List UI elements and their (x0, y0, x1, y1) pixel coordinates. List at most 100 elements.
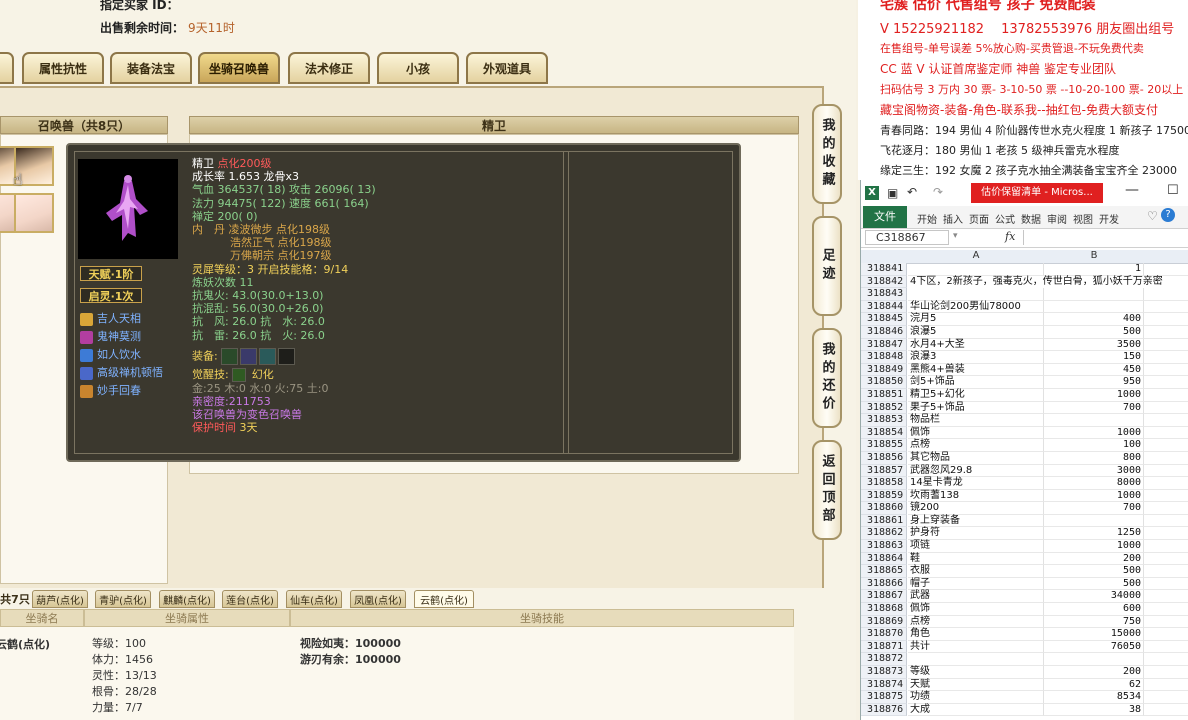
tab-resistance[interactable]: 属性抗性 (22, 52, 104, 84)
row-number[interactable]: 318867 (861, 590, 907, 604)
cell-b[interactable]: 700 (1044, 502, 1144, 515)
mount-tab-xianche[interactable]: 仙车(点化) (286, 590, 342, 608)
cell-b[interactable]: 500 (1044, 577, 1144, 591)
cell-a[interactable]: 果子5+饰品 (908, 401, 1044, 415)
pet-skill[interactable]: 吉人天相 (80, 310, 163, 328)
my-counteroffer-button[interactable]: 我的还价 (812, 328, 842, 428)
cell-c[interactable] (1144, 502, 1188, 515)
column-a-header[interactable]: A (908, 250, 1044, 261)
mount-tab-yunhe[interactable]: 云鹤(点化) (414, 590, 474, 608)
quick-access-save-icon[interactable]: ▣ (887, 186, 898, 200)
cell-c[interactable] (1144, 704, 1188, 717)
cell-a[interactable]: 物品栏 (908, 414, 1044, 427)
footprint-button[interactable]: 足迹 (812, 216, 842, 316)
cell-a[interactable]: 帽子 (908, 577, 1044, 591)
cell-b[interactable]: 400 (1044, 313, 1144, 326)
cell-a[interactable]: 武器忽风29.8 (908, 464, 1044, 478)
row-number[interactable]: 318853 (861, 414, 907, 427)
mount-tab-qilin[interactable]: 麒麟(点化) (159, 590, 215, 608)
cell-a[interactable]: 大成 (908, 703, 1044, 717)
cell-a[interactable]: 点榜 (908, 615, 1044, 629)
pet-skill[interactable]: 高级禅机顿悟 (80, 364, 163, 382)
cell-b[interactable]: 76050 (1044, 640, 1144, 654)
cell-b[interactable]: 100 (1044, 439, 1144, 452)
cell-a[interactable] (908, 653, 1044, 666)
my-favorites-button[interactable]: 我的收藏 (812, 104, 842, 204)
cell-c[interactable] (1144, 679, 1188, 692)
cell-b[interactable]: 1000 (1044, 540, 1144, 553)
cell-a[interactable]: 点榜 (908, 439, 1044, 452)
cell-a[interactable]: 坎雨蓍138 (908, 489, 1044, 503)
cell-a[interactable]: 佩饰 (908, 603, 1044, 616)
cell-c[interactable] (1144, 477, 1188, 490)
cell-b[interactable]: 150 (1044, 351, 1144, 364)
cell-a[interactable] (908, 263, 1044, 276)
row-number[interactable]: 318852 (861, 401, 907, 415)
mount-tab-liantai[interactable]: 莲台(点化) (222, 590, 278, 608)
cell-a[interactable]: 黑熊4+兽装 (908, 363, 1044, 377)
cell-c[interactable] (1144, 301, 1188, 314)
row-number[interactable]: 318865 (861, 565, 907, 578)
row-number[interactable]: 318858 (861, 477, 907, 490)
ribbon-tab-insert[interactable]: 插入 (943, 211, 963, 226)
cell-b[interactable]: 450 (1044, 363, 1144, 377)
row-number[interactable]: 318847 (861, 338, 907, 352)
cell-c[interactable] (1144, 578, 1188, 591)
cell-a[interactable]: 浣月5 (908, 313, 1044, 326)
cell-a[interactable]: 武器 (908, 590, 1044, 604)
cell-c[interactable] (1144, 653, 1188, 666)
cell-b[interactable]: 8534 (1044, 691, 1144, 704)
cell-a[interactable]: 角色 (908, 628, 1044, 641)
cell-b[interactable] (1044, 300, 1144, 314)
cell-a[interactable]: 天赋 (908, 678, 1044, 692)
tab-spell-correction[interactable]: 法术修正 (288, 52, 370, 84)
cell-b[interactable]: 1000 (1044, 388, 1144, 402)
equip-slot-3-icon[interactable] (259, 347, 277, 365)
row-number[interactable]: 318855 (861, 439, 907, 452)
cell-c[interactable] (1144, 565, 1188, 578)
row-number[interactable]: 318845 (861, 313, 907, 326)
cell-a[interactable]: 佩饰 (908, 426, 1044, 440)
row-number[interactable]: 318871 (861, 640, 907, 654)
cell-b[interactable]: 1250 (1044, 527, 1144, 541)
formula-fx-label[interactable]: fx (1005, 230, 1015, 243)
row-number[interactable]: 318851 (861, 388, 907, 402)
tab-mounts-pets[interactable]: 坐骑召唤兽 (198, 52, 280, 84)
pet-skill[interactable]: 如人饮水 (80, 346, 163, 364)
cell-c[interactable] (1144, 414, 1188, 427)
row-number[interactable]: 318869 (861, 615, 907, 629)
ribbon-tab-formulas[interactable]: 公式 (995, 211, 1015, 226)
cell-c[interactable] (1144, 427, 1188, 440)
row-number[interactable]: 318842 (861, 275, 907, 289)
column-b-header[interactable]: B (1044, 250, 1144, 261)
cell-b[interactable]: 3500 (1044, 338, 1144, 352)
cell-b[interactable]: 38 (1044, 703, 1144, 717)
row-number[interactable]: 318863 (861, 540, 907, 553)
cell-c[interactable] (1144, 465, 1188, 478)
row-number[interactable]: 318854 (861, 426, 907, 440)
cell-b[interactable] (1044, 414, 1144, 427)
tab-children[interactable]: 小孩 (377, 52, 459, 84)
cell-b[interactable]: 34000 (1044, 590, 1144, 604)
name-box-dropdown-icon[interactable]: ▾ (953, 231, 958, 241)
cell-a[interactable]: 浪瀑5 (908, 325, 1044, 339)
row-number[interactable]: 318856 (861, 451, 907, 465)
tab-appearance[interactable]: 外观道具 (466, 52, 548, 84)
cell-c[interactable] (1144, 527, 1188, 541)
equip-slot-1-icon[interactable] (221, 347, 239, 365)
cell-a[interactable]: 共计 (908, 640, 1044, 654)
cell-c[interactable] (1144, 628, 1188, 641)
equip-slot-4-icon[interactable] (278, 347, 296, 365)
cell-a[interactable]: 镜200 (908, 502, 1044, 515)
cell-a[interactable]: 精卫5+幻化 (908, 388, 1044, 402)
cell-b[interactable]: 500 (1044, 565, 1144, 578)
cell-a[interactable]: 护身符 (908, 527, 1044, 541)
cell-b[interactable]: 1000 (1044, 489, 1144, 503)
minimize-icon[interactable]: — (1125, 182, 1139, 198)
cell-c[interactable] (1144, 641, 1188, 654)
cell-b[interactable] (1044, 288, 1144, 301)
row-number[interactable]: 318864 (861, 552, 907, 566)
cell-a[interactable]: 项链 (908, 540, 1044, 553)
row-number[interactable]: 318875 (861, 691, 907, 704)
row-number[interactable]: 318868 (861, 603, 907, 616)
